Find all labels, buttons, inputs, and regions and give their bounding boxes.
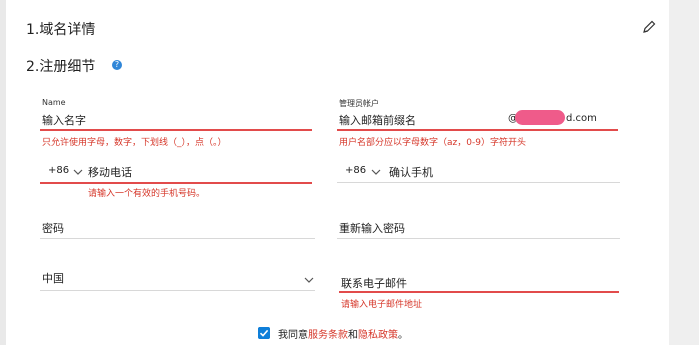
terms-agreement-text: 我同意服务条款和隐私政策。 [278,326,408,341]
admin-account-label: 管理员帐户 [339,99,379,108]
confirm-password-input[interactable]: 重新输入密码 [339,220,405,236]
password-underline [40,238,315,239]
chevron-down-icon[interactable] [371,168,381,176]
mobile-phone-underline [40,182,312,184]
redacted-domain-mark [515,110,565,125]
section-registration-details-title: 2.注册细节 [26,59,96,75]
country-select-underline [40,290,315,291]
confirm-country-code-prefix[interactable]: +86 [345,165,366,176]
privacy-policy-link[interactable]: 隐私政策 [358,330,398,341]
confirm-mobile-input[interactable]: 确认手机 [389,164,433,180]
contact-email-error-message: 请输入电子邮件地址 [341,300,423,310]
password-input[interactable]: 密码 [42,220,64,236]
chevron-down-icon[interactable] [304,276,314,284]
name-input[interactable]: 输入名字 [42,112,86,128]
email-prefix-input[interactable]: 输入邮箱前缀名 [339,112,416,128]
name-field-label: Name [42,98,66,107]
mobile-phone-input[interactable]: 移动电话 [88,164,132,180]
confirm-password-underline [337,238,620,239]
country-select[interactable]: 中国 [42,270,64,286]
agree-suffix: 。 [398,330,408,341]
left-frame-edge [0,0,6,345]
section-domain-details-title: 1.域名详情 [26,22,96,38]
confirm-mobile-underline [337,182,620,183]
domain-suffix: d.com [566,113,597,124]
admin-account-underline [337,129,618,131]
help-icon[interactable]: ? [112,60,122,70]
contact-email-input[interactable]: 联系电子邮件 [341,275,407,291]
name-error-message: 只允许使用字母，数字，下划线（_），点（。） [42,138,227,148]
country-code-prefix[interactable]: +86 [48,165,69,176]
contact-email-underline [339,291,619,293]
name-input-underline [40,129,312,131]
chevron-down-icon[interactable] [73,168,83,176]
agree-prefix: 我同意 [278,330,308,341]
right-frame-edge [669,0,699,345]
checkbox-checked-icon[interactable] [258,327,270,339]
mobile-phone-error-message: 请输入一个有效的手机号码。 [88,189,206,199]
admin-account-error-message: 用户名部分应以字母数字（az，0-9）字符开头 [339,138,526,148]
agree-and: 和 [348,330,358,341]
terms-of-service-link[interactable]: 服务条款 [308,330,348,341]
edit-pencil-icon[interactable] [641,19,657,35]
